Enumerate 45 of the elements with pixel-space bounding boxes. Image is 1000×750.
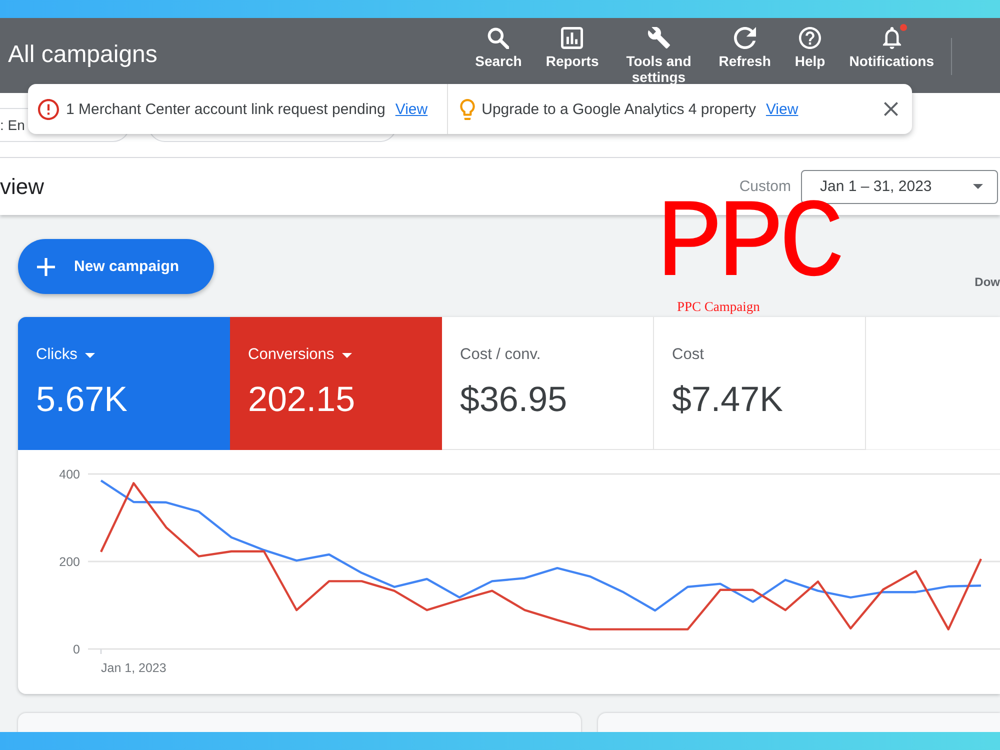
toolbar-button[interactable]: Help [784, 27, 836, 69]
plus-icon [37, 258, 55, 276]
notice-text: 1 Merchant Center account link request pending [66, 100, 386, 118]
toolbar-button[interactable]: Tools and settings [612, 27, 705, 85]
search-icon [487, 27, 510, 49]
metric-tile[interactable]: Cost $7.47K [654, 317, 866, 450]
metric-value: 202.15 [248, 380, 356, 420]
help-icon [799, 27, 822, 49]
metric-tile[interactable]: Cost / conv. $36.95 [442, 317, 654, 450]
error-icon [38, 98, 59, 120]
caret-icon[interactable] [85, 352, 96, 358]
axis-label: Jan 1, 2023 [101, 661, 166, 675]
refresh-icon [734, 27, 756, 49]
wrench-icon [648, 27, 670, 49]
caret-icon[interactable] [342, 352, 352, 358]
bell-icon [880, 27, 903, 49]
metric-name: Clicks [36, 346, 78, 364]
axis-label: 0 [73, 642, 80, 656]
metric-value: 5.67K [36, 380, 128, 420]
axis-label: 200 [59, 555, 80, 569]
metric-tile[interactable]: Clicks 5.67K [18, 317, 230, 450]
view-link[interactable]: View [395, 100, 428, 118]
caret-icon [973, 184, 983, 189]
annotation-label: PPC Campaign [677, 299, 760, 315]
metric-tile[interactable]: Conversions 202.15 [230, 317, 442, 450]
metric-value: $7.47K [672, 380, 784, 420]
new-campaign-button[interactable]: New campaign [18, 239, 214, 294]
view-link[interactable]: View [766, 100, 798, 118]
bar-chart-icon [561, 27, 584, 49]
lightbulb-icon [460, 98, 475, 120]
metric-value: $36.95 [460, 380, 568, 420]
toolbar-button[interactable]: Notifications [839, 27, 944, 69]
toolbar-button[interactable]: Reports [536, 27, 609, 69]
section-title: view [0, 174, 44, 200]
close-icon[interactable] [884, 102, 898, 116]
header-title: All campaigns [7, 40, 158, 68]
toolbar-button[interactable]: Refresh [708, 27, 781, 69]
toolbar-button[interactable]: Dow [974, 275, 1000, 289]
metric-name: Conversions [248, 346, 334, 364]
date-preset-label: Custom [739, 178, 791, 195]
axis-label: 400 [59, 468, 80, 482]
toolbar-button[interactable]: Search [465, 27, 532, 69]
metric-name: Cost / conv. [460, 346, 541, 364]
metric-name: Cost [672, 346, 704, 364]
notice-text: Upgrade to a Google Analytics 4 property [482, 100, 756, 118]
